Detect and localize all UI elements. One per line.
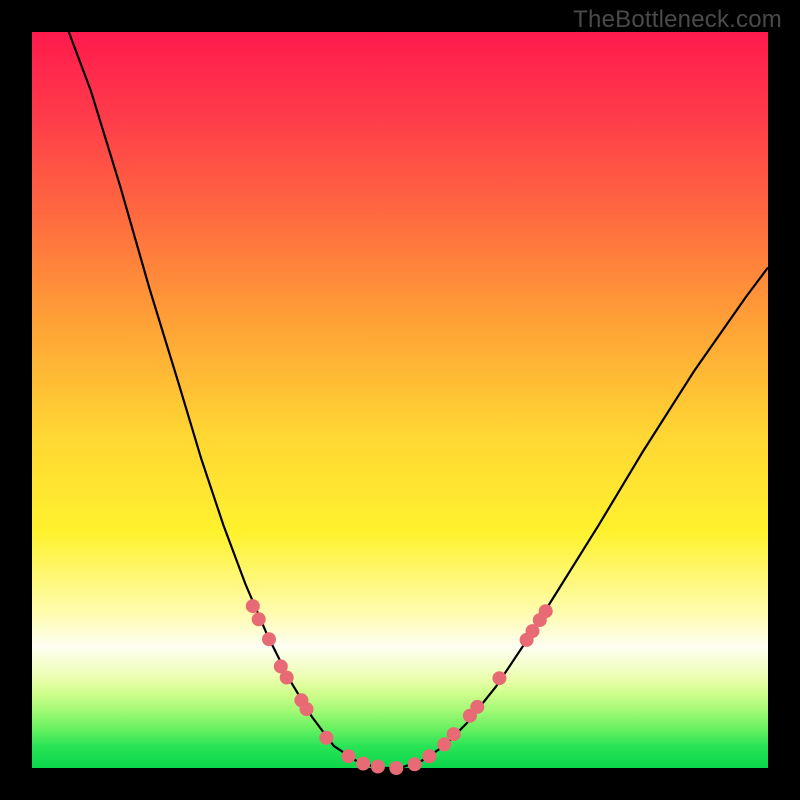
outer-frame: TheBottleneck.com: [0, 0, 800, 800]
data-marker: [356, 757, 370, 771]
data-marker: [539, 604, 553, 618]
watermark-text: TheBottleneck.com: [573, 6, 782, 34]
data-marker: [371, 760, 385, 774]
data-marker: [470, 700, 484, 714]
chart-svg: [32, 32, 768, 768]
data-marker: [422, 749, 436, 763]
data-marker: [319, 731, 333, 745]
marker-layer: [246, 599, 553, 775]
data-marker: [389, 761, 403, 775]
data-marker: [300, 702, 314, 716]
data-marker: [492, 671, 506, 685]
data-marker: [246, 599, 260, 613]
plot-area: [32, 32, 768, 768]
data-marker: [280, 671, 294, 685]
data-marker: [447, 727, 461, 741]
data-marker: [408, 757, 422, 771]
data-marker: [252, 612, 266, 626]
data-marker: [262, 632, 276, 646]
data-marker: [342, 749, 356, 763]
bottleneck-curve: [69, 32, 768, 768]
data-marker: [437, 737, 451, 751]
